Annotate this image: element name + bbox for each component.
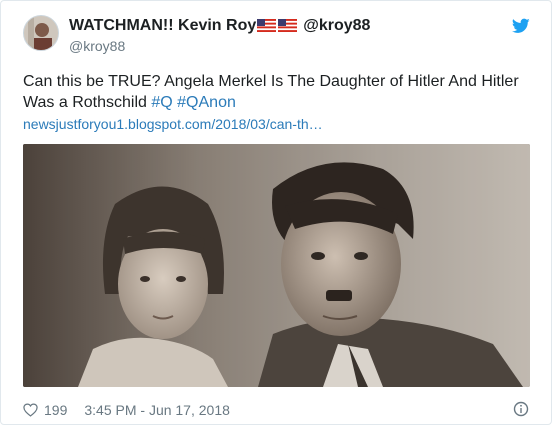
timestamp[interactable]: 3:45 PM - Jun 17, 2018 bbox=[84, 402, 230, 418]
us-flag-icon bbox=[257, 19, 277, 32]
heart-icon[interactable] bbox=[23, 403, 38, 417]
tweet-photo[interactable] bbox=[23, 144, 530, 387]
article-link[interactable]: newsjustforyou1.blogspot.com/2018/03/can… bbox=[23, 116, 323, 132]
user-handle[interactable]: @kroy88 bbox=[69, 38, 125, 54]
tweet-text: Can this be TRUE? Angela Merkel Is The D… bbox=[23, 71, 538, 113]
tweet-card: WATCHMAN!! Kevin Roy @kroy88 @kroy88 Can… bbox=[0, 0, 552, 425]
display-name-text: WATCHMAN!! Kevin Roy bbox=[69, 17, 257, 34]
us-flag-icon bbox=[278, 19, 298, 32]
name-handle: @kroy88 bbox=[303, 17, 371, 34]
twitter-bird-icon[interactable] bbox=[512, 18, 530, 34]
tweet-footer: 199 3:45 PM - Jun 17, 2018 bbox=[23, 401, 230, 419]
photo-image bbox=[23, 144, 530, 387]
like-count: 199 bbox=[44, 402, 68, 418]
display-name[interactable]: WATCHMAN!! Kevin Roy @kroy88 bbox=[69, 17, 370, 37]
info-icon[interactable] bbox=[513, 401, 529, 417]
hashtag-q[interactable]: #Q bbox=[151, 94, 172, 111]
avatar[interactable] bbox=[23, 15, 59, 51]
flags bbox=[257, 19, 299, 37]
hashtag-qanon[interactable]: #QAnon bbox=[177, 94, 236, 111]
tweet-text-body: Can this be TRUE? Angela Merkel Is The D… bbox=[23, 73, 519, 111]
